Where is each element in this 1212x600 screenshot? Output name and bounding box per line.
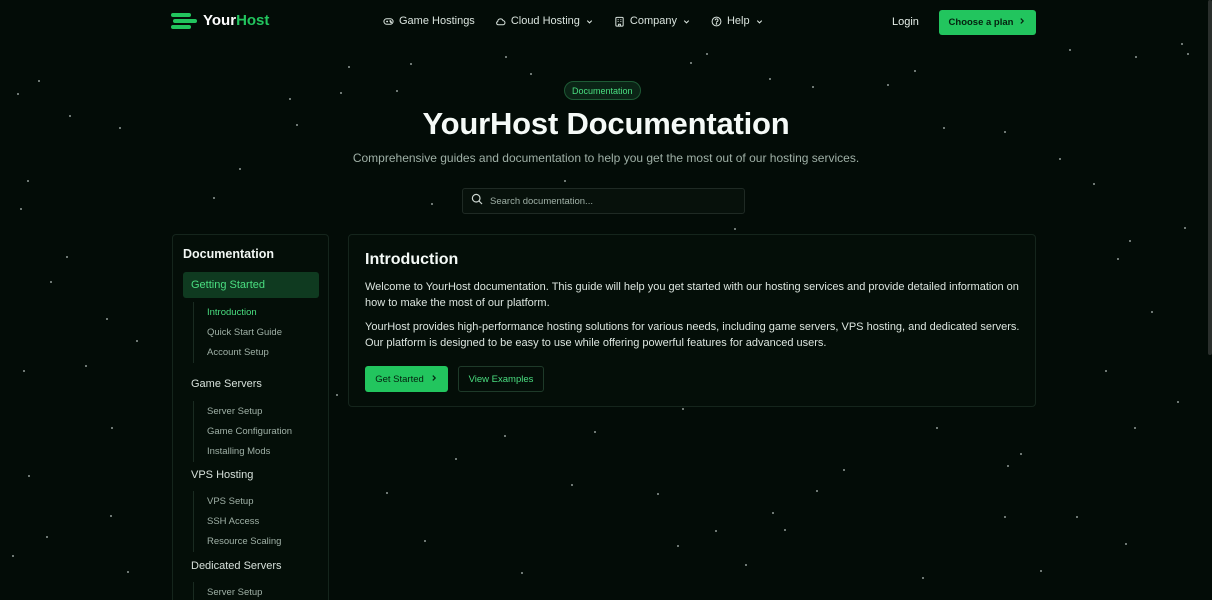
sidebar-sublist-getting-started: Introduction Quick Start Guide Account S… [193,302,282,363]
sidebar-item-dedicated-server-setup[interactable]: Server Setup [194,582,262,600]
get-started-button[interactable]: Get Started [365,366,448,392]
sidebar-item-server-setup[interactable]: Server Setup [194,401,292,421]
section-title: Introduction [365,251,459,268]
main-nav: Game Hostings Cloud Hosting Company Help [383,15,764,27]
cloud-icon [495,16,506,27]
chevron-down-icon [585,17,594,26]
top-navigation-bar: YourHost Game Hostings Cloud Hosting Com… [0,0,1212,46]
sidebar-title: Documentation [183,247,274,261]
chevron-down-icon [755,17,764,26]
sidebar-sublist-vps-hosting: VPS Setup SSH Access Resource Scaling [193,491,281,552]
chevron-right-icon [430,374,438,385]
cta-label: Choose a plan [948,17,1014,28]
search-box[interactable] [462,188,745,214]
brand-logo[interactable]: YourHost [171,12,269,29]
view-examples-button[interactable]: View Examples [458,366,544,392]
sidebar-sublist-game-servers: Server Setup Game Configuration Installi… [193,401,292,462]
intro-paragraph-1: Welcome to YourHost documentation. This … [365,281,1019,309]
sidebar-item-game-configuration[interactable]: Game Configuration [194,421,292,441]
documentation-badge: Documentation [564,81,641,100]
page-title: YourHost Documentation [422,106,790,141]
choose-plan-button[interactable]: Choose a plan [939,10,1036,35]
logo-stripes-icon [171,12,197,29]
logo-text: YourHost [203,12,270,29]
sidebar-section-dedicated-servers[interactable]: Dedicated Servers [183,560,319,572]
sidebar-item-vps-setup[interactable]: VPS Setup [194,491,281,511]
chevron-right-icon [1018,17,1026,28]
sidebar-section-getting-started[interactable]: Getting Started [183,272,319,298]
page-subtitle: Comprehensive guides and documentation t… [352,151,860,165]
sidebar-section-game-servers[interactable]: Game Servers [183,378,319,390]
page-scrollbar[interactable] [1208,0,1212,355]
nav-company[interactable]: Company [614,15,691,27]
docs-sidebar: Documentation Getting Started Introducti… [172,234,329,600]
nav-help[interactable]: Help [711,15,764,27]
chevron-down-icon [682,17,691,26]
search-icon [471,192,483,210]
sidebar-item-quick-start-guide[interactable]: Quick Start Guide [194,322,282,342]
search-input[interactable] [490,195,730,207]
sidebar-item-ssh-access[interactable]: SSH Access [194,511,281,531]
sidebar-sublist-dedicated-servers: Server Setup [193,582,262,600]
button-label: Get Started [375,373,424,385]
sidebar-item-resource-scaling[interactable]: Resource Scaling [194,532,281,552]
nav-label: Help [726,15,750,27]
login-link[interactable]: Login [892,16,919,28]
sidebar-item-account-setup[interactable]: Account Setup [194,343,282,363]
sidebar-item-introduction[interactable]: Introduction [194,302,282,322]
sidebar-section-vps-hosting[interactable]: VPS Hosting [183,469,319,481]
nav-label: Company [629,15,677,27]
nav-game-hostings[interactable]: Game Hostings [383,15,475,27]
help-circle-icon [711,16,722,27]
sidebar-item-installing-mods[interactable]: Installing Mods [194,442,292,462]
nav-cloud-hosting[interactable]: Cloud Hosting [495,15,594,27]
building-icon [614,16,625,27]
nav-label: Game Hostings [399,15,475,27]
content-card: Introduction Welcome to YourHost documen… [348,234,1036,407]
gamepad-icon [383,16,394,27]
nav-label: Cloud Hosting [510,15,580,27]
intro-paragraph-2: YourHost provides high-performance hosti… [365,321,1020,349]
